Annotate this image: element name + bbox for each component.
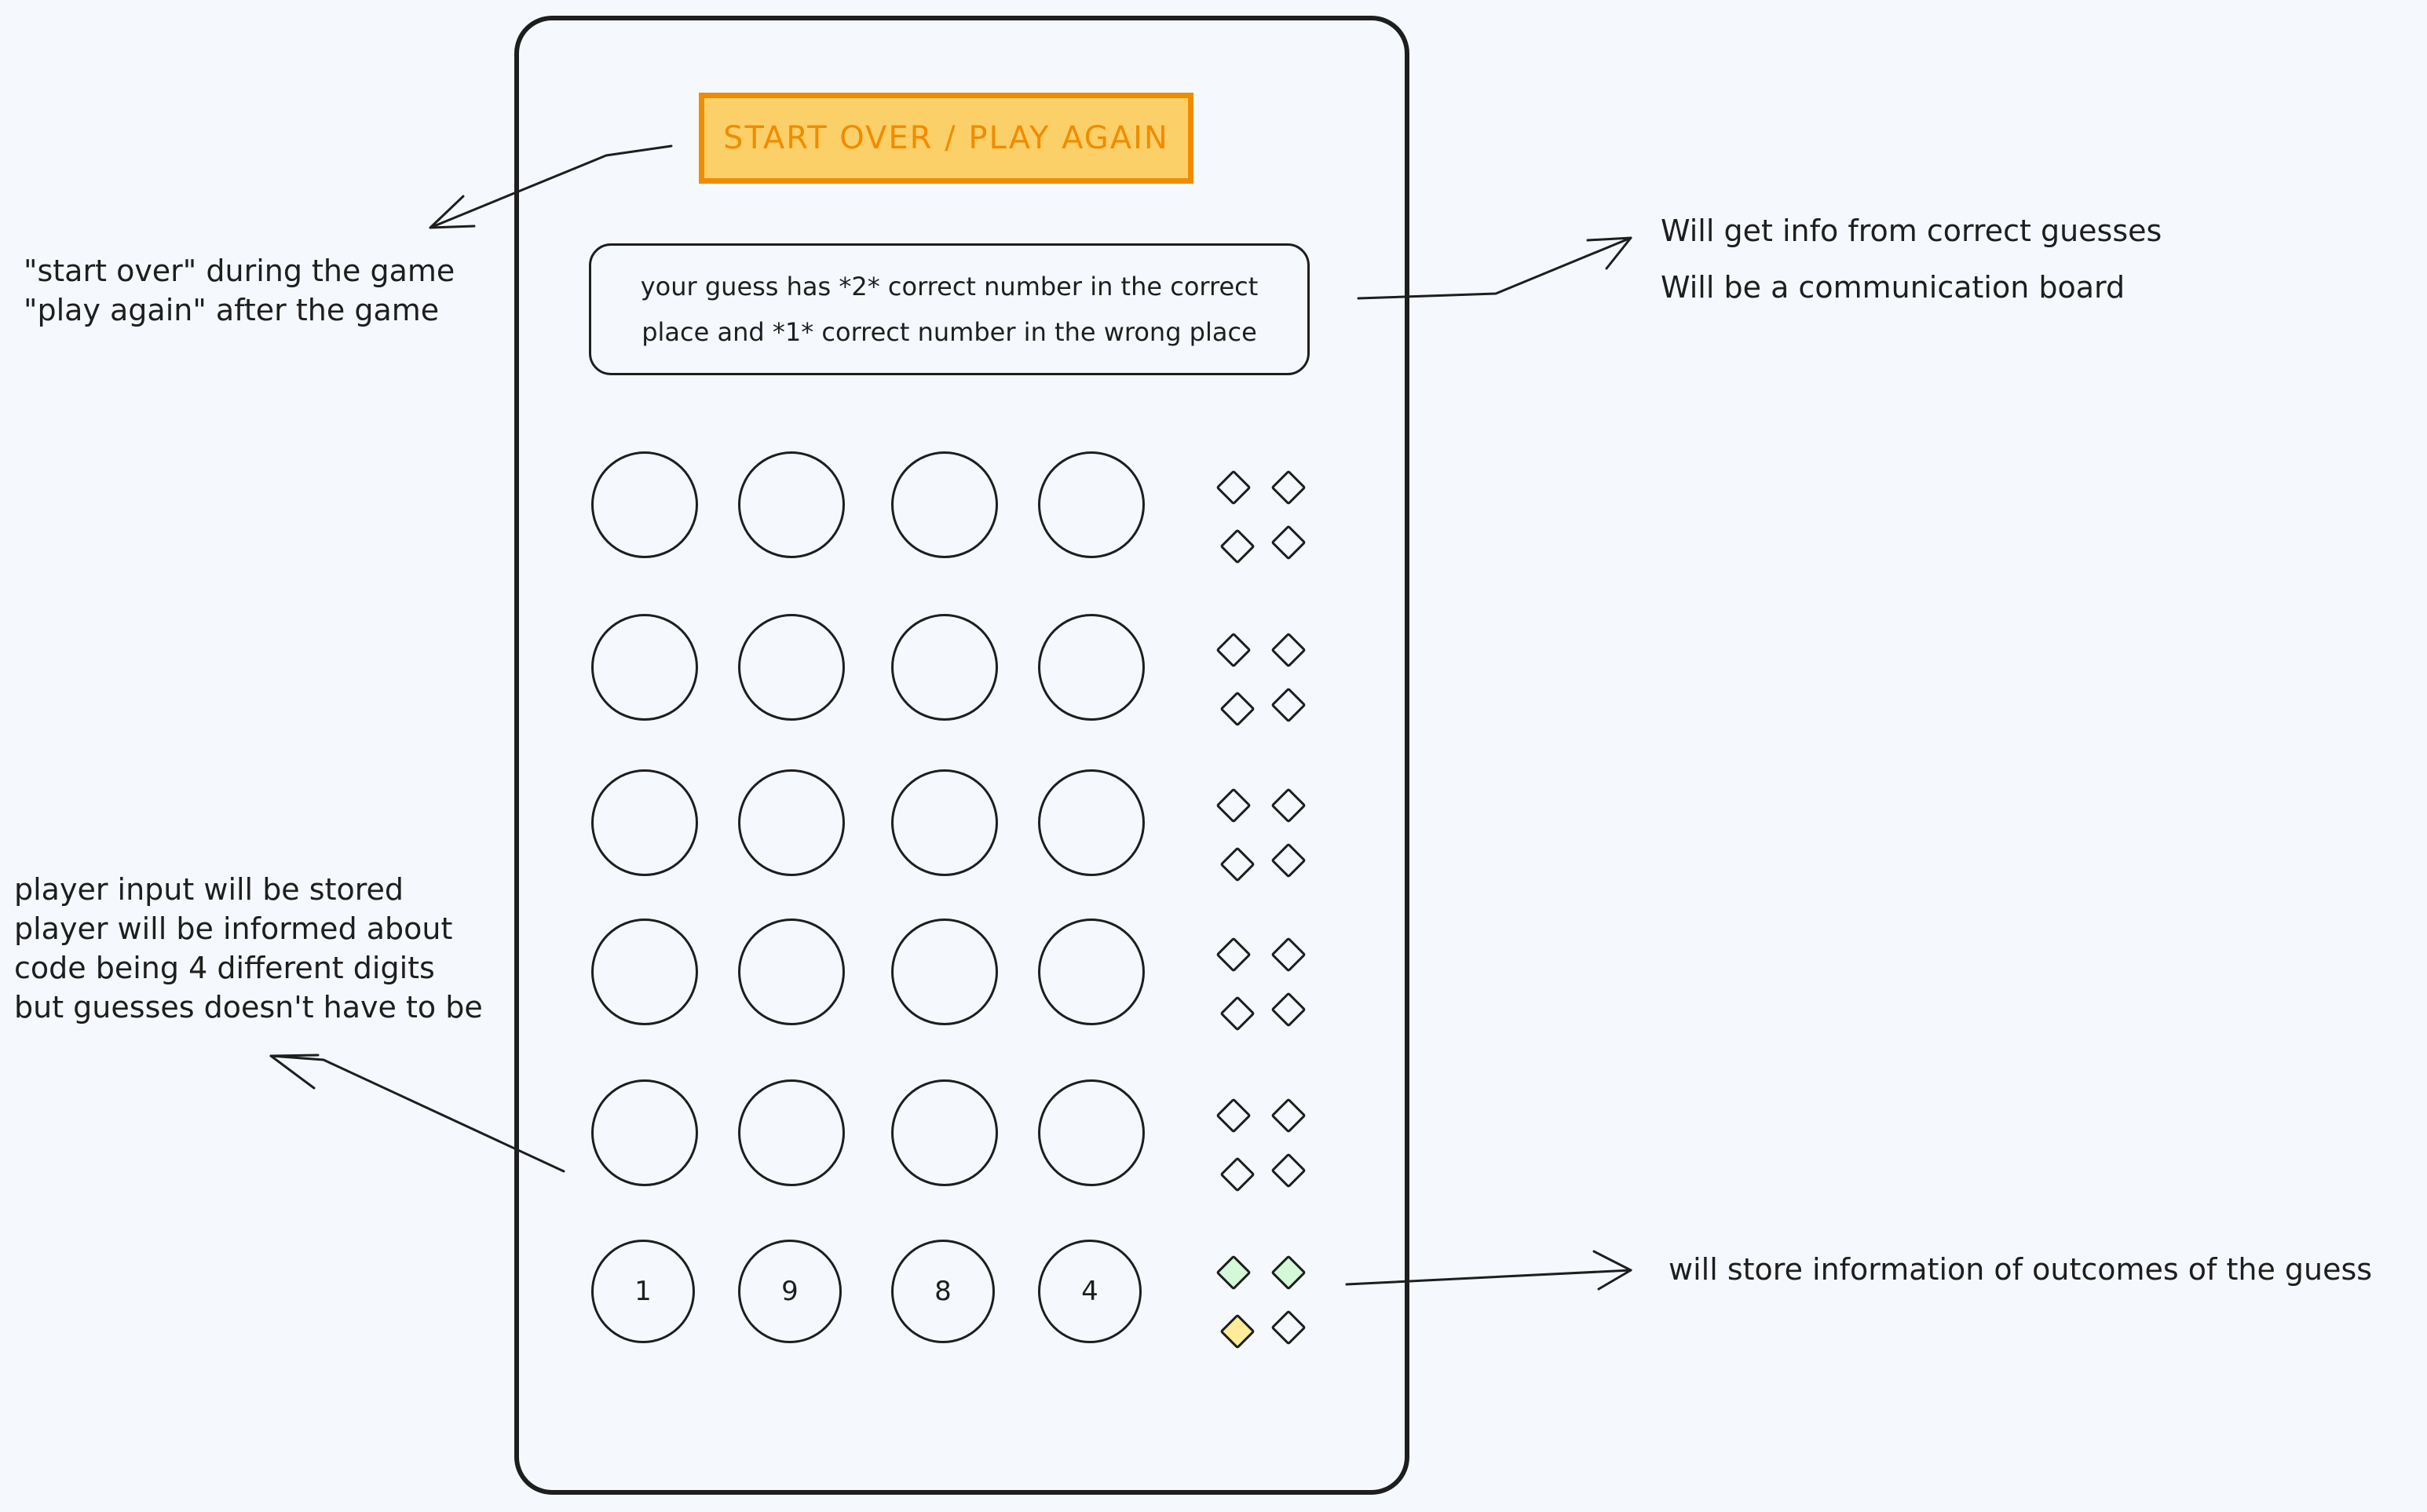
- feedback-pin-wrong-place: [1219, 1313, 1256, 1349]
- guess-peg[interactable]: [591, 451, 698, 558]
- feedback-pin-correct-place: [1215, 1255, 1252, 1291]
- feedback-pin-empty: [1215, 937, 1252, 973]
- guess-row: [0, 1079, 2427, 1192]
- feedback-pin-empty: [1219, 846, 1256, 882]
- guess-row: [0, 919, 2427, 1032]
- guess-peg[interactable]: [1038, 1079, 1145, 1186]
- feedback-pin-empty: [1215, 632, 1252, 668]
- note-line: "play again" after the game: [24, 293, 440, 327]
- guess-peg[interactable]: [891, 614, 998, 721]
- feedback-pin-empty: [1270, 1309, 1307, 1346]
- guess-peg[interactable]: [591, 919, 698, 1025]
- feedback-pin-empty: [1270, 787, 1307, 824]
- feedback-pin-empty: [1215, 787, 1252, 824]
- communication-board: your guess has *2* correct number in the…: [589, 243, 1310, 375]
- feedback-pin-empty: [1219, 1156, 1256, 1192]
- feedback-pin-empty: [1270, 992, 1307, 1028]
- guess-peg[interactable]: [1038, 769, 1145, 876]
- communication-line: place and *1* correct number in the wron…: [641, 317, 1257, 347]
- feedback-pin-empty: [1270, 687, 1307, 723]
- feedback-pin-empty: [1270, 469, 1307, 506]
- feedback-pin-empty: [1219, 691, 1256, 727]
- communication-line: your guess has *2* correct number in the…: [640, 272, 1259, 301]
- guess-row: 1984: [0, 1236, 2427, 1349]
- note-line: Will be a communication board: [1661, 270, 2125, 305]
- guess-peg[interactable]: 9: [738, 1240, 842, 1343]
- guess-row: [0, 451, 2427, 564]
- guess-peg[interactable]: [738, 769, 845, 876]
- start-button-note: "start over" during the game "play again…: [24, 251, 455, 330]
- feedback-pin-empty: [1215, 469, 1252, 506]
- feedback-pin-empty: [1270, 524, 1307, 561]
- guess-row: [0, 769, 2427, 882]
- start-over-button[interactable]: START OVER / PLAY AGAIN: [699, 93, 1193, 184]
- feedback-pin-empty: [1270, 632, 1307, 668]
- feedback-pin-empty: [1215, 1097, 1252, 1134]
- note-line: Will get info from correct guesses: [1661, 214, 2162, 248]
- guess-peg[interactable]: [1038, 451, 1145, 558]
- guess-peg[interactable]: [891, 451, 998, 558]
- guess-peg[interactable]: [1038, 919, 1145, 1025]
- guess-peg[interactable]: [1038, 614, 1145, 721]
- guess-peg[interactable]: 1: [591, 1240, 695, 1343]
- guess-peg[interactable]: [738, 919, 845, 1025]
- guess-peg[interactable]: 4: [1038, 1240, 1142, 1343]
- guess-peg[interactable]: [891, 919, 998, 1025]
- feedback-pin-empty: [1270, 1097, 1307, 1134]
- guess-peg[interactable]: [891, 1079, 998, 1186]
- guess-peg[interactable]: 8: [891, 1240, 995, 1343]
- guess-peg[interactable]: [891, 769, 998, 876]
- feedback-pin-empty: [1270, 1152, 1307, 1189]
- guess-peg[interactable]: [738, 1079, 845, 1186]
- feedback-pin-empty: [1219, 995, 1256, 1032]
- note-line: "start over" during the game: [24, 254, 455, 288]
- feedback-pin-empty: [1219, 528, 1256, 564]
- guess-row: [0, 614, 2427, 727]
- feedback-pin-empty: [1270, 842, 1307, 878]
- guess-peg[interactable]: [591, 614, 698, 721]
- board-note: Will get info from correct guesses Will …: [1661, 203, 2162, 316]
- guess-peg[interactable]: [738, 451, 845, 558]
- guess-peg[interactable]: [591, 1079, 698, 1186]
- guess-peg[interactable]: [591, 769, 698, 876]
- feedback-pin-correct-place: [1270, 1255, 1307, 1291]
- guess-peg[interactable]: [738, 614, 845, 721]
- feedback-pin-empty: [1270, 937, 1307, 973]
